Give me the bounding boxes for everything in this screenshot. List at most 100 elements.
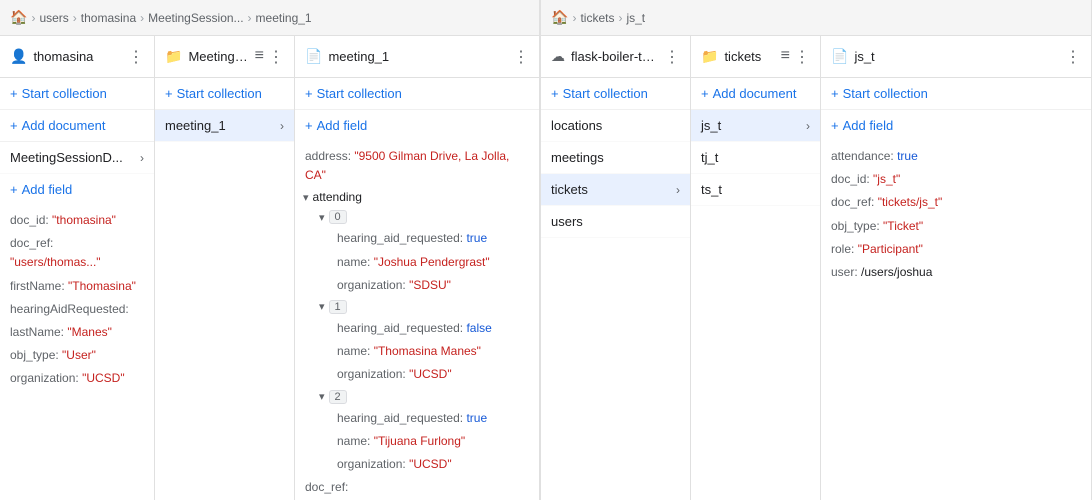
meeting-session-item[interactable]: MeetingSessionD... ›	[0, 142, 154, 174]
jst-fields: attendance: true doc_id: "js_t" doc_ref:…	[821, 141, 1091, 288]
field-hearing: hearingAidRequested:	[0, 298, 154, 321]
field-objtype: obj_type: "User"	[0, 344, 154, 367]
meeting1-item[interactable]: meeting_1 ›	[155, 110, 294, 142]
start-collection-btn-3[interactable]: + Start collection	[295, 78, 539, 110]
tst-label: ts_t	[701, 182, 722, 197]
breadcrumb-tickets[interactable]: tickets	[580, 11, 614, 25]
more-menu-icon-jst[interactable]: ⋮	[1065, 47, 1081, 67]
field-role-jst: role: "Participant"	[821, 238, 1091, 261]
arrow-icon-2: ›	[280, 119, 284, 133]
item-2-section[interactable]: ▾ 2	[311, 387, 539, 407]
more-menu-icon-flask[interactable]: ⋮	[664, 47, 680, 67]
tickets-item[interactable]: tickets ›	[541, 174, 690, 206]
home-icon-right[interactable]: 🏠	[551, 9, 568, 26]
field-org-0: organization: "SDSU"	[327, 274, 539, 297]
more-menu-icon-3[interactable]: ⋮	[513, 47, 529, 67]
field-har-1: hearing_aid_requested: false	[327, 317, 539, 340]
item-1-section[interactable]: ▾ 1	[311, 297, 539, 317]
col-flask-header: ☁ flask-boiler-testing ⋮	[541, 36, 690, 78]
more-menu-icon-2[interactable]: ⋮	[268, 47, 284, 67]
start-collection-btn-1[interactable]: + Start collection	[0, 78, 154, 110]
toggle-0: ▾	[319, 211, 325, 224]
start-collection-btn-jst[interactable]: + Start collection	[821, 78, 1091, 110]
add-field-btn-col3[interactable]: + Add field	[295, 110, 539, 141]
attending-label: attending	[313, 190, 362, 204]
field-firstname: firstName: "Thomasina"	[0, 275, 154, 298]
doc-icon-jst: 📄	[831, 48, 848, 65]
arrow-jst: ›	[806, 119, 810, 133]
attending-section[interactable]: ▾ attending	[295, 187, 539, 207]
col-meetingsession-actions: ≡ ⋮	[255, 47, 284, 67]
filter-icon-tickets[interactable]: ≡	[781, 47, 790, 67]
jst-item[interactable]: js_t ›	[691, 110, 820, 142]
left-columns: 👤 thomasina ⋮ + Start collection + Add d…	[0, 36, 539, 500]
users-label: users	[551, 214, 583, 229]
col-meeting1-title: meeting_1	[328, 49, 507, 64]
field-har-0: hearing_aid_requested: true	[327, 227, 539, 250]
col-thomasina-title: thomasina	[33, 49, 122, 64]
add-document-btn-tickets[interactable]: + Add document	[691, 78, 820, 110]
user-icon: 👤	[10, 48, 27, 65]
field-docref-jst: doc_ref: "tickets/js_t"	[821, 191, 1091, 214]
left-panel: 🏠 › users › thomasina › MeetingSession..…	[0, 0, 540, 500]
idx-2: 2	[329, 390, 347, 404]
col-jst-actions: ⋮	[1065, 47, 1081, 67]
idx-0: 0	[329, 210, 347, 224]
col-tickets-header: 📁 tickets ≡ ⋮	[691, 36, 820, 78]
more-menu-icon[interactable]: ⋮	[128, 47, 144, 67]
tjt-item[interactable]: tj_t	[691, 142, 820, 174]
add-field-btn-jst[interactable]: + Add field	[821, 110, 1091, 141]
col-meeting1-actions: ⋮	[513, 47, 529, 67]
doc-icon: 📄	[305, 48, 322, 65]
field-address: address: "9500 Gilman Drive, La Jolla, C…	[295, 145, 539, 187]
breadcrumb-users[interactable]: users	[39, 11, 68, 25]
plus-icon-3: +	[10, 182, 18, 197]
start-collection-btn-2[interactable]: + Start collection	[155, 78, 294, 110]
meetings-label: meetings	[551, 150, 604, 165]
users-item[interactable]: users	[541, 206, 690, 238]
breadcrumb-meeting1[interactable]: meeting_1	[256, 11, 312, 25]
col-meeting1-header: 📄 meeting_1 ⋮	[295, 36, 539, 78]
arrow-icon: ›	[140, 151, 144, 165]
right-columns: ☁ flask-boiler-testing ⋮ + Start collect…	[541, 36, 1091, 500]
breadcrumb-thomasina[interactable]: thomasina	[81, 11, 136, 25]
add-field-btn-col1[interactable]: + Add field	[0, 174, 154, 205]
col-meeting1: 📄 meeting_1 ⋮ + Start collection + Add f…	[295, 36, 539, 500]
col-flask-title: flask-boiler-testing	[571, 49, 658, 64]
more-menu-icon-tickets[interactable]: ⋮	[794, 47, 810, 67]
breadcrumb-jst[interactable]: js_t	[626, 11, 645, 25]
col-tickets-title: tickets	[724, 49, 774, 64]
breadcrumb-meeting-session[interactable]: MeetingSession...	[148, 11, 243, 25]
meeting-session-label: MeetingSessionD...	[10, 150, 123, 165]
idx-1: 1	[329, 300, 347, 314]
toggle-1: ▾	[319, 300, 325, 313]
home-icon[interactable]: 🏠	[10, 9, 27, 26]
field-har-2: hearing_aid_requested: true	[327, 407, 539, 430]
col-flask-actions: ⋮	[664, 47, 680, 67]
thomasina-fields: doc_id: "thomasina" doc_ref: "users/thom…	[0, 205, 154, 395]
plus-icon-5: +	[305, 86, 313, 101]
field-doc-ref: doc_ref: "users/thomas..."	[0, 232, 154, 274]
tst-item[interactable]: ts_t	[691, 174, 820, 206]
field-name-2: name: "Tijuana Furlong"	[327, 430, 539, 453]
cloud-icon: ☁	[551, 48, 565, 65]
field-org: organization: "UCSD"	[0, 367, 154, 390]
start-collection-btn-flask[interactable]: + Start collection	[541, 78, 690, 110]
col-thomasina-header: 👤 thomasina ⋮	[0, 36, 154, 78]
meetings-item[interactable]: meetings	[541, 142, 690, 174]
field-attendance: attendance: true	[821, 145, 1091, 168]
field-lastname: lastName: "Manes"	[0, 321, 154, 344]
item-0-section[interactable]: ▾ 0	[311, 207, 539, 227]
col-flask: ☁ flask-boiler-testing ⋮ + Start collect…	[541, 36, 691, 500]
add-document-btn-1[interactable]: + Add document	[0, 110, 154, 142]
right-breadcrumb: 🏠 › tickets › js_t	[541, 0, 1091, 36]
arrow-tickets: ›	[676, 183, 680, 197]
col-meetingsession-title: MeetingSession...	[188, 49, 248, 64]
field-objtype-jst: obj_type: "Ticket"	[821, 215, 1091, 238]
plus-icon-2: +	[10, 118, 18, 133]
col-tickets-actions: ≡ ⋮	[781, 47, 810, 67]
field-name-1: name: "Thomasina Manes"	[327, 340, 539, 363]
filter-icon[interactable]: ≡	[255, 47, 264, 67]
plus-icon-jst-2: +	[831, 118, 839, 133]
locations-item[interactable]: locations	[541, 110, 690, 142]
